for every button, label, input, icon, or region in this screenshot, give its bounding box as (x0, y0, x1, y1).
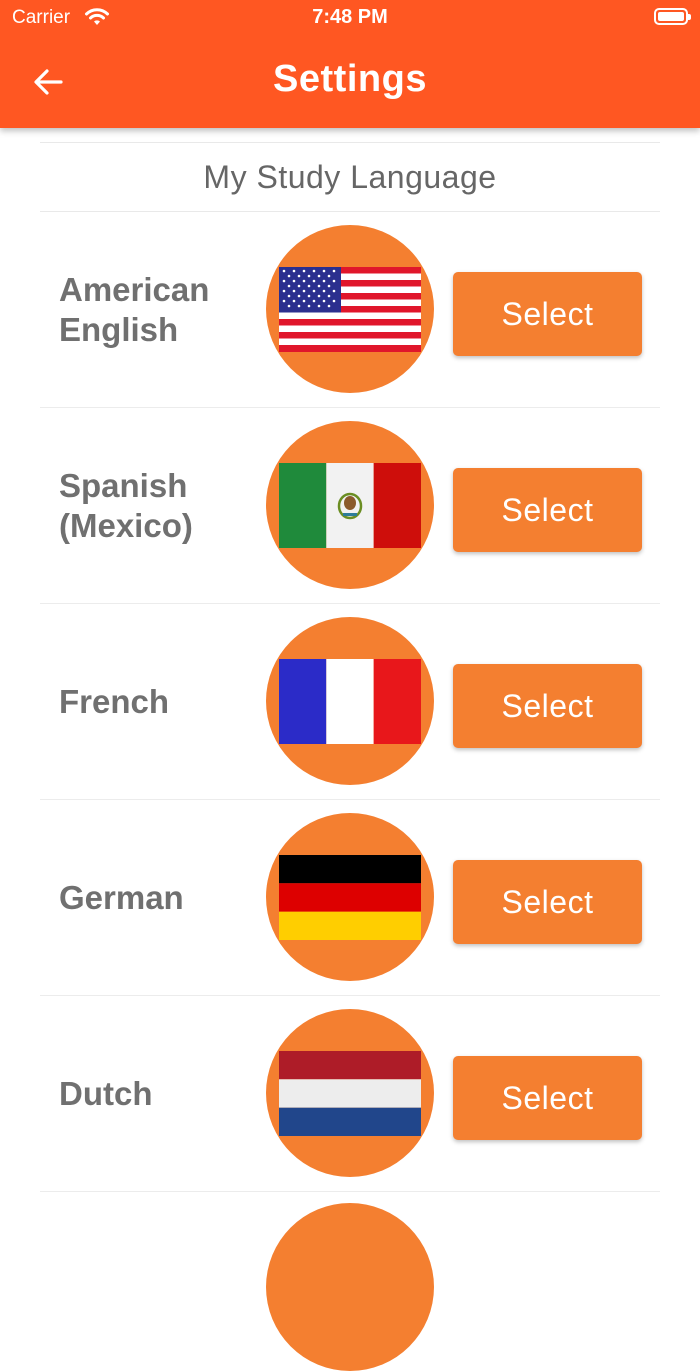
flag-badge (266, 813, 434, 981)
select-button[interactable]: Select (453, 468, 642, 552)
select-button[interactable]: Select (453, 860, 642, 944)
list-item-german: German Select (40, 800, 660, 996)
app-header: Carrier 7:48 PM Settings (0, 0, 700, 128)
list-item-french: French Select (40, 604, 660, 800)
flag-badge (266, 421, 434, 589)
select-button[interactable]: Select (453, 272, 642, 356)
status-bar: Carrier 7:48 PM (0, 0, 700, 36)
flag-badge (266, 617, 434, 785)
flag-badge (266, 1009, 434, 1177)
mexico-flag-icon (279, 462, 421, 548)
language-name: German (59, 878, 184, 916)
status-time: 7:48 PM (312, 6, 388, 28)
section-header: My Study Language (40, 142, 660, 212)
list-item-american-english: American English Select (40, 212, 660, 408)
language-name: French (59, 682, 170, 720)
language-name: American English (59, 270, 210, 348)
germany-flag-icon (279, 854, 421, 940)
us-flag-icon (279, 266, 421, 352)
language-list: My Study Language American English Selec… (40, 128, 660, 1192)
language-name: Spanish (Mexico) (59, 466, 193, 544)
flag-badge (266, 225, 434, 393)
netherlands-flag-icon (279, 1050, 421, 1136)
select-button[interactable]: Select (453, 1056, 642, 1140)
battery-icon (654, 8, 691, 25)
france-flag-icon (279, 658, 421, 744)
flag-badge-partial (266, 1203, 434, 1371)
list-item-spanish-mexico: Spanish (Mexico) Select (40, 408, 660, 604)
list-item-dutch: Dutch Select (40, 996, 660, 1192)
select-button[interactable]: Select (453, 664, 642, 748)
language-name: Dutch (59, 1074, 153, 1112)
page-title: Settings (273, 58, 427, 100)
